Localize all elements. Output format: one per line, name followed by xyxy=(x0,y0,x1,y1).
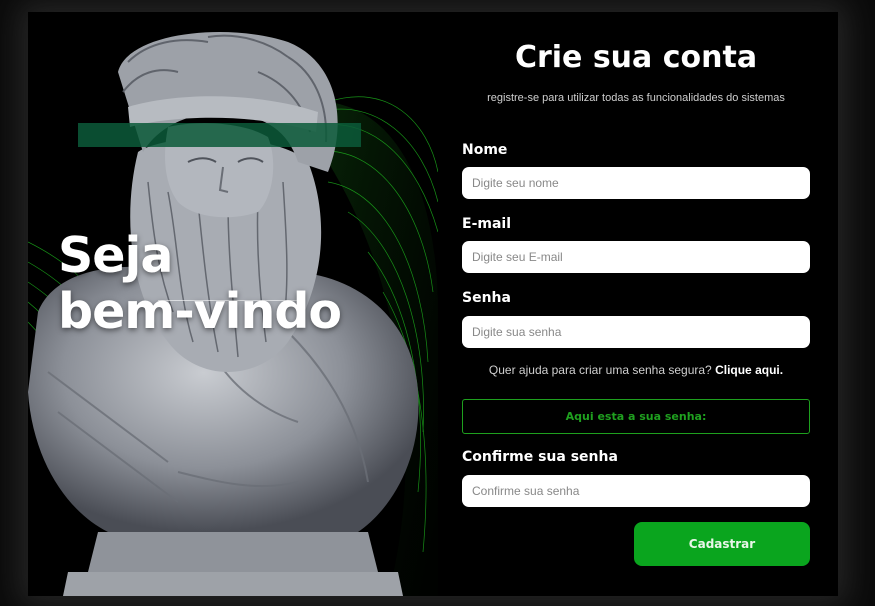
register-button[interactable]: Cadastrar xyxy=(634,522,810,566)
password-help: Quer ajuda para criar uma senha segura? … xyxy=(462,363,810,377)
password-help-link[interactable]: Clique aqui. xyxy=(715,363,783,377)
form-subtitle: registre-se para utilizar todas as funci… xyxy=(487,92,785,104)
generated-password-box: Aqui esta a sua senha: xyxy=(462,399,810,434)
form-title: Crie sua conta xyxy=(514,40,758,75)
password-input[interactable] xyxy=(462,316,810,348)
generated-password-label: Aqui esta a sua senha: xyxy=(565,410,707,423)
name-label: Nome xyxy=(462,142,508,158)
password-help-text: Quer ajuda para criar uma senha segura? xyxy=(488,363,712,377)
email-label: E-mail xyxy=(462,216,512,232)
welcome-heading: Seja bem-vindo xyxy=(58,227,342,340)
signup-form: Crie sua conta registre-se para utilizar… xyxy=(462,12,810,596)
name-input[interactable] xyxy=(462,167,810,199)
welcome-hero: Seja bem-vindo xyxy=(28,12,438,596)
password-label: Senha xyxy=(462,290,511,306)
signup-window: Seja bem-vindo Crie sua conta registre-s… xyxy=(28,12,838,596)
welcome-line-1: Seja xyxy=(58,227,173,284)
confirm-password-input[interactable] xyxy=(462,475,810,507)
email-input[interactable] xyxy=(462,241,810,273)
hero-accent-bar xyxy=(78,123,361,147)
welcome-line-2: bem-vindo xyxy=(58,283,342,340)
confirm-password-label: Confirme sua senha xyxy=(462,449,618,465)
